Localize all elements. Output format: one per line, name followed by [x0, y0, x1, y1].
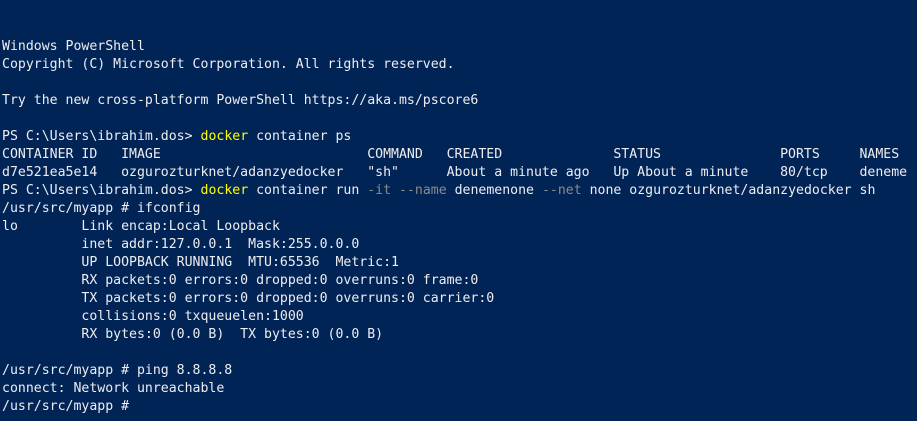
console-line: d7e521ea5e14 ozgurozturknet/adanzyedocke…: [2, 164, 917, 182]
console-text: Try the new cross-platform PowerShell ht…: [2, 93, 479, 108]
console-line: PS C:\Users\ibrahim.dos> docker containe…: [2, 128, 917, 146]
console-line: collisions:0 txqueuelen:1000: [2, 308, 917, 326]
console-text: PS C:\Users\ibrahim.dos>: [2, 129, 201, 144]
console-text: inet addr:127.0.0.1 Mask:255.0.0.0: [2, 237, 360, 252]
console-line: CONTAINER ID IMAGE COMMAND CREATED STATU…: [2, 146, 917, 164]
console-line: TX packets:0 errors:0 dropped:0 overruns…: [2, 290, 917, 308]
console-line: UP LOOPBACK RUNNING MTU:65536 Metric:1: [2, 254, 917, 272]
console-text: d7e521ea5e14 ozgurozturknet/adanzyedocke…: [2, 165, 908, 180]
console-text: /usr/src/myapp # ifconfig: [2, 201, 201, 216]
parameter-token: --name: [399, 183, 447, 198]
console-line: /usr/src/myapp # ifconfig: [2, 200, 917, 218]
console-text: /usr/src/myapp # ping 8.8.8.8: [2, 363, 233, 378]
console-text: container ps: [248, 129, 352, 144]
console-line: Windows PowerShell: [2, 38, 917, 56]
console-line: RX packets:0 errors:0 dropped:0 overruns…: [2, 272, 917, 290]
console-text: CONTAINER ID IMAGE COMMAND CREATED STATU…: [2, 147, 900, 162]
console-line: Try the new cross-platform PowerShell ht…: [2, 92, 917, 110]
console-text: /usr/src/myapp #: [2, 399, 137, 414]
console-text: none ozgurozturknet/adanzyedocker sh: [581, 183, 876, 198]
console-text: RX packets:0 errors:0 dropped:0 overruns…: [2, 273, 479, 288]
console-output: Windows PowerShell Copyright (C) Microsof…: [2, 38, 917, 416]
console-text: Windows PowerShell: [2, 39, 145, 54]
console-line: /usr/src/myapp # ping 8.8.8.8: [2, 362, 917, 380]
console-text: RX bytes:0 (0.0 B) TX bytes:0 (0.0 B): [2, 327, 384, 342]
console-text: connect: Network unreachable: [2, 381, 225, 396]
command-token: docker: [200, 183, 249, 198]
console-text: container run: [248, 183, 368, 198]
console-text: UP LOOPBACK RUNNING MTU:65536 Metric:1: [2, 255, 399, 270]
console-line: PS C:\Users\ibrahim.dos> docker containe…: [2, 182, 917, 200]
console-text: denemenone: [446, 183, 542, 198]
console-line: connect: Network unreachable: [2, 380, 917, 398]
console-text: collisions:0 txqueuelen:1000: [2, 309, 304, 324]
command-token: docker: [200, 129, 249, 144]
console-line: lo Link encap:Local Loopback: [2, 218, 917, 236]
powershell-console[interactable]: Windows PowerShell Copyright (C) Microsof…: [0, 0, 917, 421]
console-text: Copyright (C) Microsoft Corporation. All…: [2, 57, 455, 72]
parameter-token: -it: [367, 183, 392, 198]
console-text: TX packets:0 errors:0 dropped:0 overruns…: [2, 291, 495, 306]
console-text: lo Link encap:Local Loopback: [2, 219, 280, 234]
console-line: Copyright (C) Microsoft Corporation. All…: [2, 56, 917, 74]
parameter-token: --net: [541, 183, 582, 198]
console-line: inet addr:127.0.0.1 Mask:255.0.0.0: [2, 236, 917, 254]
console-line: RX bytes:0 (0.0 B) TX bytes:0 (0.0 B): [2, 326, 917, 344]
console-text: PS C:\Users\ibrahim.dos>: [2, 183, 201, 198]
console-line: /usr/src/myapp #: [2, 398, 917, 416]
